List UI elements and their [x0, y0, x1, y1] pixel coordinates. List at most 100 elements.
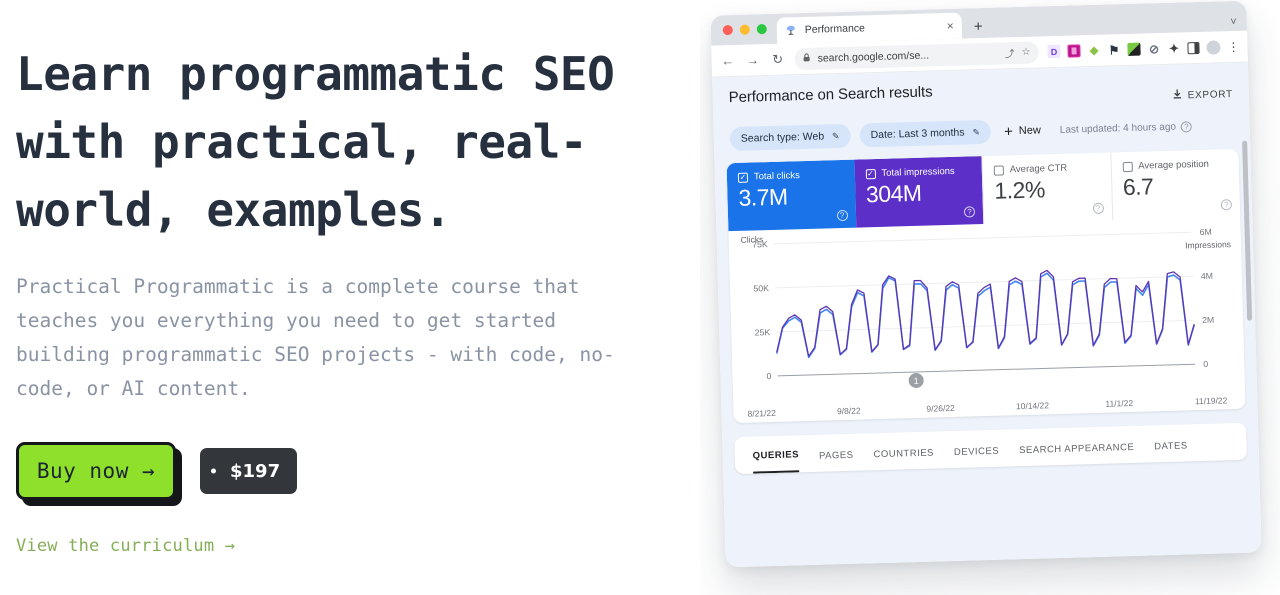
tab-queries[interactable]: QUERIES	[752, 449, 800, 474]
checkbox-unchecked-icon[interactable]: ✓	[1122, 161, 1133, 172]
help-icon[interactable]: ?	[1092, 202, 1104, 214]
forward-icon[interactable]: →	[744, 52, 760, 67]
edit-pencil-icon[interactable]: ✎	[832, 131, 840, 142]
address-bar[interactable]: search.google.com/se... ⤴ ☆	[794, 40, 1039, 70]
metric-label: Total clicks	[753, 170, 800, 183]
gsc-filter-row: Search type: Web ✎ Date: Last 3 months ✎…	[729, 113, 1238, 152]
gsc-page-title: Performance on Search results	[728, 83, 933, 107]
extension-pink-icon[interactable]	[1067, 44, 1081, 58]
minimize-window-icon[interactable]	[739, 24, 750, 35]
metric-value: 6.7	[1122, 173, 1154, 201]
close-window-icon[interactable]	[722, 24, 733, 36]
close-tab-icon[interactable]: ×	[947, 19, 954, 33]
hero-copy-column: Learn programmatic SEO with practical, r…	[16, 0, 656, 595]
avatar[interactable]	[1206, 39, 1221, 55]
maximize-window-icon[interactable]	[756, 24, 767, 35]
new-filter-button[interactable]: + New	[1003, 122, 1042, 140]
search-console-content: Performance on Search results EXPORT Sea…	[712, 62, 1262, 568]
browser-window: Performance × + ˅ ← → ↻ search.google.co…	[710, 0, 1262, 568]
last-updated-label: Last updated: 4 hours ago	[1059, 121, 1177, 136]
svg-text:25K: 25K	[755, 327, 771, 337]
price-amount: $197	[230, 460, 281, 482]
metric-card-average-position[interactable]: ✓ Average position 6.7 ?	[1109, 148, 1241, 221]
tab-devices[interactable]: DEVICES	[954, 446, 1000, 468]
price-tag-body: $197	[200, 448, 298, 494]
extensions-puzzle-icon[interactable]: ✦	[1167, 41, 1180, 55]
extension-bookmark-icon[interactable]: ⚑	[1107, 43, 1120, 57]
address-bar-url: search.google.com/se...	[817, 49, 930, 65]
help-icon[interactable]: ?	[1220, 199, 1233, 211]
chevron-down-icon[interactable]: ˅	[1230, 16, 1237, 28]
last-updated-text: Last updated: 4 hours ago ?	[1059, 120, 1193, 136]
extension-checkmark-square-icon[interactable]	[1127, 42, 1141, 56]
back-icon[interactable]: ←	[719, 53, 735, 68]
tab-pages[interactable]: PAGES	[819, 450, 854, 472]
metric-value: 1.2%	[994, 176, 1046, 204]
page-scrollbar[interactable]	[1242, 140, 1253, 321]
metric-card-head: ✓ Total impressions	[865, 165, 972, 179]
tab-search-appearance[interactable]: SEARCH APPEARANCE	[1019, 442, 1135, 466]
google-search-console-favicon-icon	[785, 24, 797, 36]
page-title: Learn programmatic SEO with practical, r…	[16, 47, 615, 237]
price-tag-hole-icon	[211, 468, 216, 474]
side-panel-icon[interactable]	[1187, 41, 1200, 54]
browser-mockup-stage: Performance × + ˅ ← → ↻ search.google.co…	[700, 0, 1280, 595]
reload-icon[interactable]: ↻	[769, 51, 785, 67]
filter-chip-search-type[interactable]: Search type: Web ✎	[729, 123, 851, 152]
metric-card-average-ctr[interactable]: ✓ Average CTR 1.2% ?	[981, 152, 1112, 225]
metric-card-total-clicks[interactable]: ✓ Total clicks 3.7M ?	[726, 159, 856, 232]
checkbox-unchecked-icon[interactable]: ✓	[993, 164, 1004, 176]
chart-x-tick: 11/19/22	[1194, 395, 1228, 407]
metric-card-total-impressions[interactable]: ✓ Total impressions 304M ?	[853, 156, 984, 228]
hero-subcopy: Practical Programmatic is a complete cou…	[16, 275, 615, 400]
share-icon[interactable]: ⤴	[1004, 45, 1014, 60]
download-icon	[1171, 88, 1182, 102]
edit-pencil-icon[interactable]: ✎	[972, 127, 980, 138]
metric-label: Average CTR	[1009, 162, 1068, 176]
metric-value: 304M	[865, 179, 922, 208]
export-button[interactable]: EXPORT	[1171, 87, 1233, 103]
help-icon[interactable]: ?	[963, 206, 976, 218]
gsc-header: Performance on Search results EXPORT	[724, 73, 1237, 115]
metric-label: Average position	[1138, 158, 1210, 172]
extension-circle-slash-icon[interactable]: ⊘	[1147, 42, 1160, 56]
filter-chip-date[interactable]: Date: Last 3 months ✎	[859, 119, 992, 148]
svg-text:0: 0	[766, 371, 771, 381]
checkbox-checked-icon[interactable]: ✓	[737, 172, 749, 183]
help-icon[interactable]: ?	[1180, 120, 1193, 132]
browser-tab-performance[interactable]: Performance ×	[776, 12, 963, 44]
chart-canvas: 0 25K 50K 75K 0 2M 4M 6M	[752, 227, 1214, 381]
buy-now-label: Buy now →	[36, 459, 156, 483]
checkbox-checked-icon[interactable]: ✓	[865, 168, 876, 179]
browser-menu-icon[interactable]: ⋮	[1227, 39, 1239, 53]
svg-text:2M: 2M	[1202, 315, 1214, 325]
new-filter-label: New	[1018, 124, 1042, 138]
bookmark-star-icon[interactable]: ☆	[1021, 47, 1030, 58]
metric-label: Total impressions	[881, 165, 955, 179]
filter-chip-date-label: Date: Last 3 months	[870, 126, 965, 142]
svg-text:50K: 50K	[753, 283, 769, 293]
performance-panel: ✓ Total clicks 3.7M ? ✓ Total impression…	[726, 148, 1246, 424]
new-tab-icon[interactable]: +	[974, 18, 983, 35]
cta-row: Buy now → $197	[16, 440, 656, 502]
dimension-tabs: QUERIES PAGES COUNTRIES DEVICES SEARCH APPEA…	[735, 437, 1247, 474]
help-icon[interactable]: ?	[836, 209, 848, 222]
lock-icon	[802, 53, 810, 64]
plus-icon: +	[1003, 122, 1014, 140]
extensions-row: D ◆ ⚑ ⊘ ✦ ⋮	[1047, 39, 1240, 59]
extension-leaf-icon[interactable]: ◆	[1087, 44, 1100, 57]
metric-card-head: ✓ Average CTR	[993, 162, 1101, 176]
tab-dates[interactable]: DATES	[1154, 440, 1188, 462]
window-controls[interactable]	[718, 14, 777, 46]
buy-now-button[interactable]: Buy now →	[16, 442, 176, 500]
svg-text:4M: 4M	[1201, 271, 1213, 281]
view-curriculum-link[interactable]: View the curriculum →	[16, 536, 235, 556]
dimension-tabs-panel: QUERIES PAGES COUNTRIES DEVICES SEARCH APPEA…	[734, 422, 1248, 475]
extension-d-icon[interactable]: D	[1047, 44, 1061, 59]
filter-chip-search-type-label: Search type: Web	[740, 130, 825, 145]
svg-text:75K: 75K	[752, 239, 768, 249]
landing-hero-page: Learn programmatic SEO with practical, r…	[0, 0, 1280, 595]
tab-countries[interactable]: COUNTRIES	[873, 448, 934, 471]
metric-value: 3.7M	[738, 183, 788, 211]
performance-chart: Clicks Impressions 0 25K 50K 75K 0 2M 4M 6M 1 8…	[728, 217, 1245, 423]
